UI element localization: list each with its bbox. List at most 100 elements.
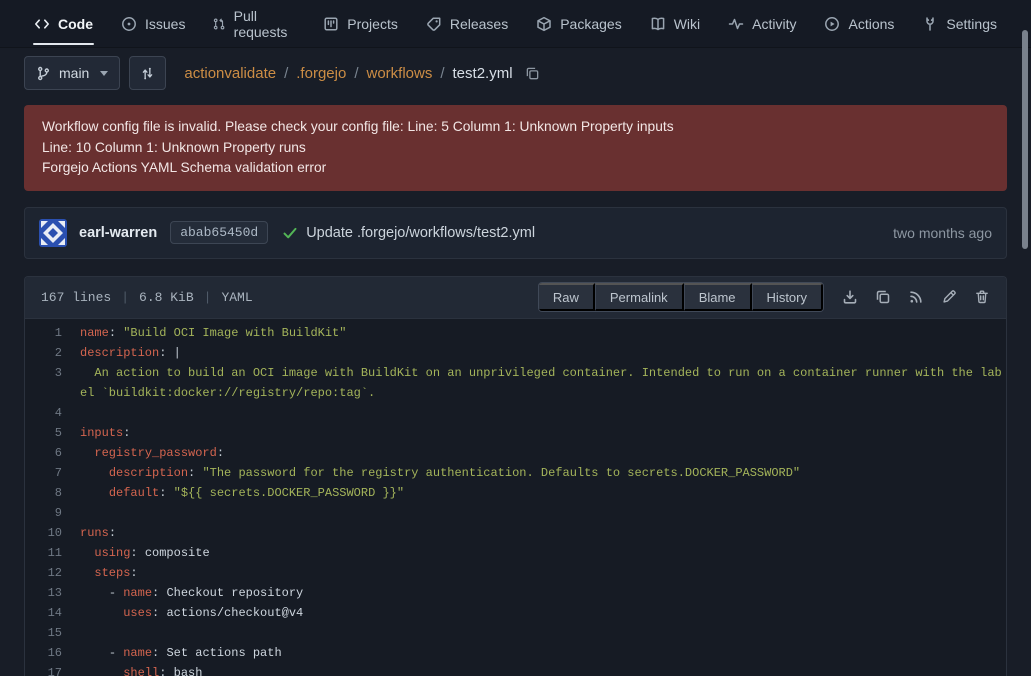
tab-activity[interactable]: Activity [714, 0, 810, 47]
tab-settings[interactable]: Settings [908, 0, 1011, 47]
tab-label: Pull requests [234, 8, 296, 40]
tab-packages[interactable]: Packages [522, 0, 635, 47]
line-number[interactable]: 14 [25, 603, 80, 623]
branch-selector-button[interactable]: main [24, 56, 120, 90]
breadcrumb-dir-link[interactable]: workflows [366, 65, 432, 82]
commit-hash-button[interactable]: abab65450d [170, 221, 268, 244]
permalink-button[interactable]: Permalink [595, 283, 684, 311]
line-number[interactable]: 6 [25, 443, 80, 463]
copy-content-icon[interactable] [875, 289, 891, 305]
code-line: 5inputs: [25, 423, 1006, 443]
commit-time: two months ago [893, 225, 992, 241]
copy-path-icon[interactable] [525, 66, 540, 81]
line-number[interactable]: 17 [25, 663, 80, 676]
code-text: - name: Checkout repository [80, 583, 1006, 603]
code-text: description: | [80, 343, 1006, 363]
rss-feed-icon[interactable] [908, 289, 924, 305]
delete-trash-icon[interactable] [974, 289, 990, 305]
tab-wiki[interactable]: Wiki [636, 0, 714, 47]
line-number[interactable]: 4 [25, 403, 80, 423]
code-text: inputs: [80, 423, 1006, 443]
code-text [80, 623, 1006, 643]
tag-icon [426, 16, 442, 32]
code-text: using: composite [80, 543, 1006, 563]
code-line: 15 [25, 623, 1006, 643]
line-number[interactable]: 7 [25, 463, 80, 483]
git-compare-icon [140, 66, 155, 81]
line-number[interactable]: 11 [25, 543, 80, 563]
meta-separator: | [204, 290, 212, 305]
file-view: 167 lines | 6.8 KiB | YAML Raw Permalink… [24, 276, 1007, 676]
breadcrumb-dir-link[interactable]: .forgejo [296, 65, 346, 82]
code-line: 13 - name: Checkout repository [25, 583, 1006, 603]
identicon-image [39, 219, 67, 247]
code-icon [34, 16, 50, 32]
tools-icon [922, 16, 938, 32]
code-text [80, 503, 1006, 523]
tab-code[interactable]: Code [20, 0, 107, 47]
code-line: 11 using: composite [25, 543, 1006, 563]
error-line: Workflow config file is invalid. Please … [42, 117, 989, 138]
tab-releases[interactable]: Releases [412, 0, 522, 47]
code-line: 7 description: "The password for the reg… [25, 463, 1006, 483]
breadcrumb-separator: / [354, 65, 358, 82]
compare-branches-button[interactable] [129, 56, 166, 90]
meta-separator: | [121, 290, 129, 305]
line-number[interactable]: 16 [25, 643, 80, 663]
file-actions: Raw Permalink Blame History [538, 282, 994, 312]
repo-tab-bar: Code Issues Pull requests Projects Relea… [0, 0, 1031, 48]
code-text: description: "The password for the regis… [80, 463, 1006, 483]
pull-request-icon [213, 16, 225, 32]
breadcrumb-separator: / [440, 65, 444, 82]
line-number[interactable]: 2 [25, 343, 80, 363]
breadcrumb-repo-link[interactable]: actionvalidate [184, 65, 276, 82]
code-line: 6 registry_password: [25, 443, 1006, 463]
line-number[interactable]: 13 [25, 583, 80, 603]
blame-button[interactable]: Blame [684, 283, 752, 311]
line-number[interactable]: 8 [25, 483, 80, 503]
project-board-icon [323, 16, 339, 32]
workflow-error-banner: Workflow config file is invalid. Please … [24, 105, 1007, 191]
tab-actions[interactable]: Actions [810, 0, 908, 47]
edit-pencil-icon[interactable] [941, 289, 957, 305]
code-text: default: "${{ secrets.DOCKER_PASSWORD }}… [80, 483, 1006, 503]
file-size: 6.8 KiB [139, 290, 194, 305]
chevron-down-icon [100, 71, 108, 76]
line-number[interactable]: 15 [25, 623, 80, 643]
play-circle-icon [824, 16, 840, 32]
file-header: 167 lines | 6.8 KiB | YAML Raw Permalink… [25, 277, 1006, 319]
avatar[interactable] [39, 219, 67, 247]
tab-projects[interactable]: Projects [309, 0, 412, 47]
tab-issues[interactable]: Issues [107, 0, 199, 47]
code-line: 2description: | [25, 343, 1006, 363]
raw-button[interactable]: Raw [539, 283, 595, 311]
line-number[interactable]: 1 [25, 323, 80, 343]
line-number[interactable]: 12 [25, 563, 80, 583]
commit-author[interactable]: earl-warren [79, 225, 157, 241]
code-line: 14 uses: actions/checkout@v4 [25, 603, 1006, 623]
code-line: 8 default: "${{ secrets.DOCKER_PASSWORD … [25, 483, 1006, 503]
commit-message[interactable]: Update .forgejo/workflows/test2.yml [306, 225, 535, 241]
tab-label: Settings [946, 16, 997, 32]
line-number[interactable]: 5 [25, 423, 80, 443]
tab-label: Issues [145, 16, 185, 32]
commit-status-check-icon[interactable] [282, 225, 298, 241]
line-number[interactable]: 9 [25, 503, 80, 523]
code-line: 4 [25, 403, 1006, 423]
tab-pull-requests[interactable]: Pull requests [199, 0, 309, 47]
code-line: 12 steps: [25, 563, 1006, 583]
line-number[interactable]: 10 [25, 523, 80, 543]
breadcrumb-current-file: test2.yml [453, 65, 513, 82]
file-line-count: 167 lines [41, 290, 111, 305]
line-number[interactable]: 3 [25, 363, 80, 403]
history-button[interactable]: History [752, 283, 823, 311]
code-line: 16 - name: Set actions path [25, 643, 1006, 663]
file-language: YAML [221, 290, 252, 305]
vertical-scrollbar[interactable] [1022, 30, 1028, 249]
code-text [80, 403, 1006, 423]
download-icon[interactable] [842, 289, 858, 305]
book-icon [650, 16, 666, 32]
code-line: 9 [25, 503, 1006, 523]
tab-label: Activity [752, 16, 796, 32]
code-text: runs: [80, 523, 1006, 543]
